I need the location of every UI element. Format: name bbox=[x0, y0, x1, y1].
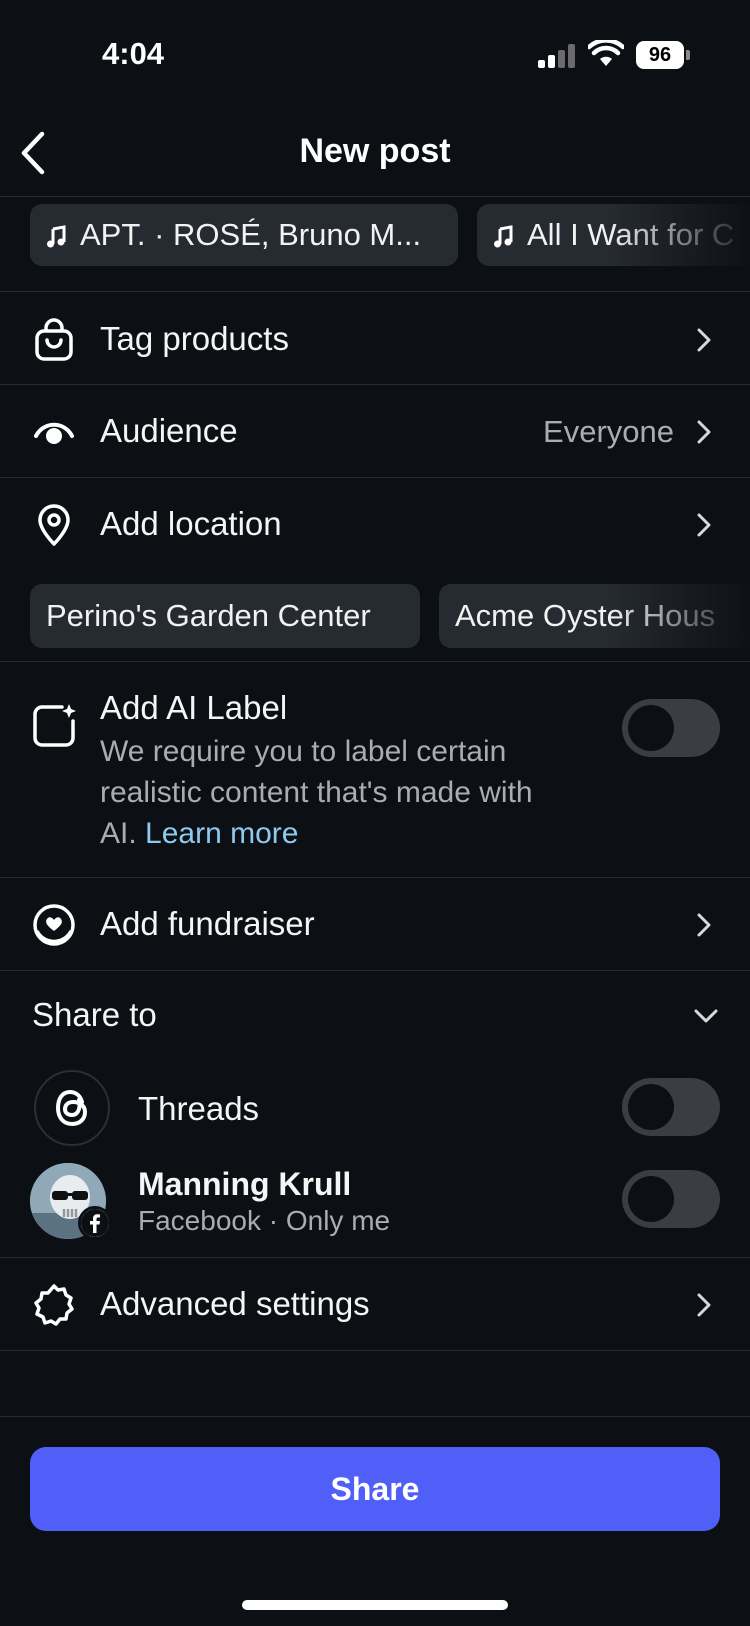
add-fundraiser-row[interactable]: Add fundraiser bbox=[0, 879, 750, 971]
divider bbox=[0, 1350, 750, 1351]
threads-icon bbox=[55, 1089, 88, 1127]
share-button[interactable]: Share bbox=[30, 1447, 720, 1531]
add-location-label: Add location bbox=[100, 505, 282, 542]
cellular-signal-icon bbox=[538, 44, 576, 68]
divider bbox=[0, 196, 750, 197]
location-suggestions: Perino's Garden Center Acme Oyster Hous bbox=[0, 584, 750, 648]
advanced-settings-row[interactable]: Advanced settings bbox=[0, 1259, 750, 1351]
toggle-knob bbox=[628, 1176, 674, 1222]
share-to-label: Share to bbox=[32, 996, 157, 1033]
ai-label-title: Add AI Label bbox=[100, 689, 288, 726]
fundraiser-heart-icon bbox=[33, 904, 75, 946]
audience-row[interactable]: Audience Everyone bbox=[0, 386, 750, 478]
divider bbox=[0, 1257, 750, 1258]
music-suggestions: APT. · ROSÉ, Bruno M... All I Want for C bbox=[0, 204, 750, 266]
learn-more-link[interactable]: Learn more bbox=[145, 817, 298, 850]
ai-sparkle-icon bbox=[33, 704, 76, 747]
advanced-settings-label: Advanced settings bbox=[100, 1285, 370, 1322]
chevron-right-icon bbox=[697, 328, 711, 352]
threads-toggle[interactable] bbox=[622, 1078, 720, 1136]
tag-products-row[interactable]: Tag products bbox=[0, 294, 750, 386]
page-title: New post bbox=[299, 132, 451, 170]
add-fundraiser-label: Add fundraiser bbox=[100, 905, 315, 942]
audience-value: Everyone bbox=[543, 414, 674, 449]
music-note-icon bbox=[494, 225, 513, 248]
eye-icon bbox=[34, 422, 74, 444]
threads-label: Threads bbox=[138, 1090, 260, 1127]
toggle-knob bbox=[628, 1084, 674, 1130]
home-indicator bbox=[242, 1600, 508, 1610]
shopping-bag-icon bbox=[35, 318, 73, 361]
chevron-right-icon bbox=[697, 420, 711, 444]
ai-label-section: Add AI Label We require you to label cer… bbox=[0, 663, 750, 877]
facebook-icon bbox=[78, 1206, 112, 1240]
threads-logo bbox=[34, 1070, 110, 1146]
location-pin-icon bbox=[38, 504, 70, 546]
music-chip[interactable]: APT. · ROSÉ, Bruno M... bbox=[30, 204, 458, 266]
profile-name: Manning Krull bbox=[138, 1166, 352, 1202]
audience-label: Audience bbox=[100, 412, 238, 449]
chevron-right-icon bbox=[697, 513, 711, 537]
status-time: 4:04 bbox=[102, 36, 165, 71]
divider bbox=[0, 291, 750, 292]
profile-audience: Facebook · Only me bbox=[138, 1205, 391, 1236]
tag-products-label: Tag products bbox=[100, 320, 289, 357]
chevron-down-icon[interactable] bbox=[692, 1006, 720, 1026]
divider bbox=[0, 970, 750, 971]
battery-tip bbox=[686, 50, 690, 60]
location-chip-label: Perino's Garden Center bbox=[46, 598, 371, 633]
divider bbox=[0, 384, 750, 385]
location-chip[interactable]: Acme Oyster Hous bbox=[439, 584, 750, 648]
chevron-right-icon bbox=[697, 1293, 711, 1317]
music-chip-label: APT. · ROSÉ, Bruno M... bbox=[80, 217, 422, 252]
divider bbox=[0, 877, 750, 878]
ai-label-description: We require you to label certain realisti… bbox=[100, 731, 570, 854]
ai-label-toggle[interactable] bbox=[622, 699, 720, 757]
music-chip[interactable]: All I Want for C bbox=[477, 204, 750, 266]
add-location-row[interactable]: Add location bbox=[0, 479, 750, 571]
facebook-toggle[interactable] bbox=[622, 1170, 720, 1228]
location-chip-label: Acme Oyster Hous bbox=[455, 598, 716, 633]
gear-icon bbox=[34, 1284, 74, 1326]
location-chip[interactable]: Perino's Garden Center bbox=[30, 584, 420, 648]
music-note-icon bbox=[47, 225, 66, 248]
divider bbox=[0, 477, 750, 478]
battery-indicator: 96 bbox=[636, 41, 684, 69]
status-bar: 4:04 96 bbox=[0, 0, 750, 110]
chevron-right-icon bbox=[697, 913, 711, 937]
toggle-knob bbox=[628, 705, 674, 751]
wifi-icon bbox=[588, 40, 624, 66]
divider bbox=[0, 1416, 750, 1417]
music-chip-label: All I Want for C bbox=[527, 217, 735, 252]
divider bbox=[0, 661, 750, 662]
nav-header: New post bbox=[0, 110, 750, 196]
